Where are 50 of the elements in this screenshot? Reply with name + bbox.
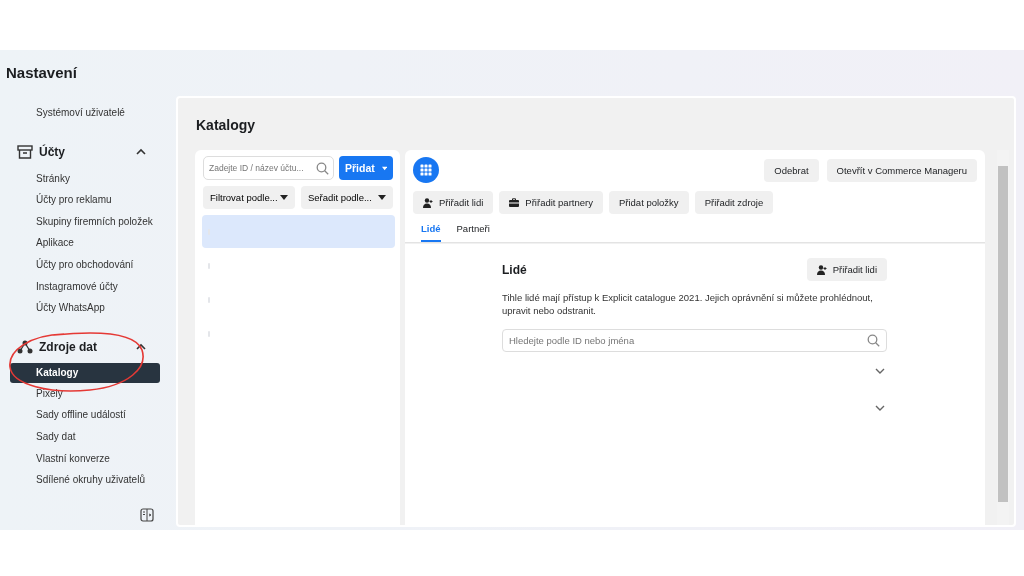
section-title[interactable]: Zdroje dat: [39, 339, 130, 354]
description-text: Tihle lidé mají přístup k Explicit catalogue 2021. Jejich oprávnění si můžete prohlédnout, upravit nebo odstranit.: [502, 291, 874, 317]
section-title[interactable]: Účty: [39, 144, 130, 159]
sidebar-item[interactable]: Skupiny firemních položek: [10, 210, 160, 233]
sidebar-item[interactable]: Vlastní konverze: [10, 447, 160, 470]
action-button[interactable]: Odebrat: [764, 158, 819, 182]
sort-dropdown[interactable]: Seřadit podle...: [301, 186, 393, 209]
sidebar-item[interactable]: Účty pro reklamu: [10, 189, 160, 211]
nodes-icon: [17, 339, 33, 354]
page-heading: Katalogy: [195, 116, 257, 135]
assign-button[interactable]: Přiřadit zdroje: [694, 191, 774, 214]
caret-icon: [381, 165, 387, 171]
person-icon: [423, 197, 433, 208]
tab[interactable]: Partneři: [456, 218, 490, 242]
chevron-icon[interactable]: [875, 404, 885, 411]
grid-icon: [413, 157, 439, 183]
search-field[interactable]: Zadejte ID / název účtu...: [203, 156, 334, 180]
sidebar-item[interactable]: Systémoví uživatelé: [10, 102, 160, 124]
sidebar-item[interactable]: Sdílené okruhy uživatelů: [10, 469, 160, 491]
search-icon: [867, 334, 880, 347]
filter-dropdown[interactable]: Filtrovat podle...: [203, 186, 295, 209]
tab[interactable]: Lidé: [421, 218, 441, 242]
people-search-field[interactable]: Hledejte podle ID nebo jména: [502, 329, 887, 352]
sidebar-item[interactable]: Sady dat: [10, 425, 160, 448]
caret-icon: [280, 195, 288, 200]
briefcase-icon: [509, 198, 520, 207]
assign-button[interactable]: Přiřadit lidi: [413, 191, 494, 214]
sidebar-item[interactable]: Stránky: [10, 167, 160, 190]
sidebar-item[interactable]: Účty pro obchodování: [10, 253, 160, 276]
assign-button[interactable]: Přidat položky: [608, 191, 689, 214]
person-icon: [816, 264, 827, 275]
assign-people-button[interactable]: Přiřadit lidi: [806, 258, 887, 281]
chevron-icon[interactable]: [136, 148, 146, 156]
caret-icon: [378, 195, 386, 200]
sidebar-item[interactable]: Katalogy: [10, 362, 160, 383]
add-button[interactable]: Přidat: [339, 156, 393, 180]
archive-icon: [17, 144, 33, 159]
action-button[interactable]: Otevřít v Commerce Manageru: [826, 158, 977, 182]
search-icon: [316, 161, 329, 175]
assign-button[interactable]: Přiřadit partnery: [499, 191, 603, 214]
page-title: Nastavení: [5, 63, 78, 83]
chevron-icon[interactable]: [136, 343, 146, 351]
sidebar-item[interactable]: Aplikace: [10, 232, 160, 254]
sidebar-item[interactable]: Sady offline událostí: [10, 404, 160, 426]
panel-toggle-icon[interactable]: [140, 508, 154, 522]
sidebar-item[interactable]: Pixely: [10, 382, 160, 405]
chevron-icon[interactable]: [875, 367, 885, 374]
sidebar-item[interactable]: Účty WhatsApp: [10, 297, 160, 319]
section-heading: Lidé: [502, 262, 527, 277]
sidebar-item[interactable]: Instagramové účty: [10, 275, 160, 298]
